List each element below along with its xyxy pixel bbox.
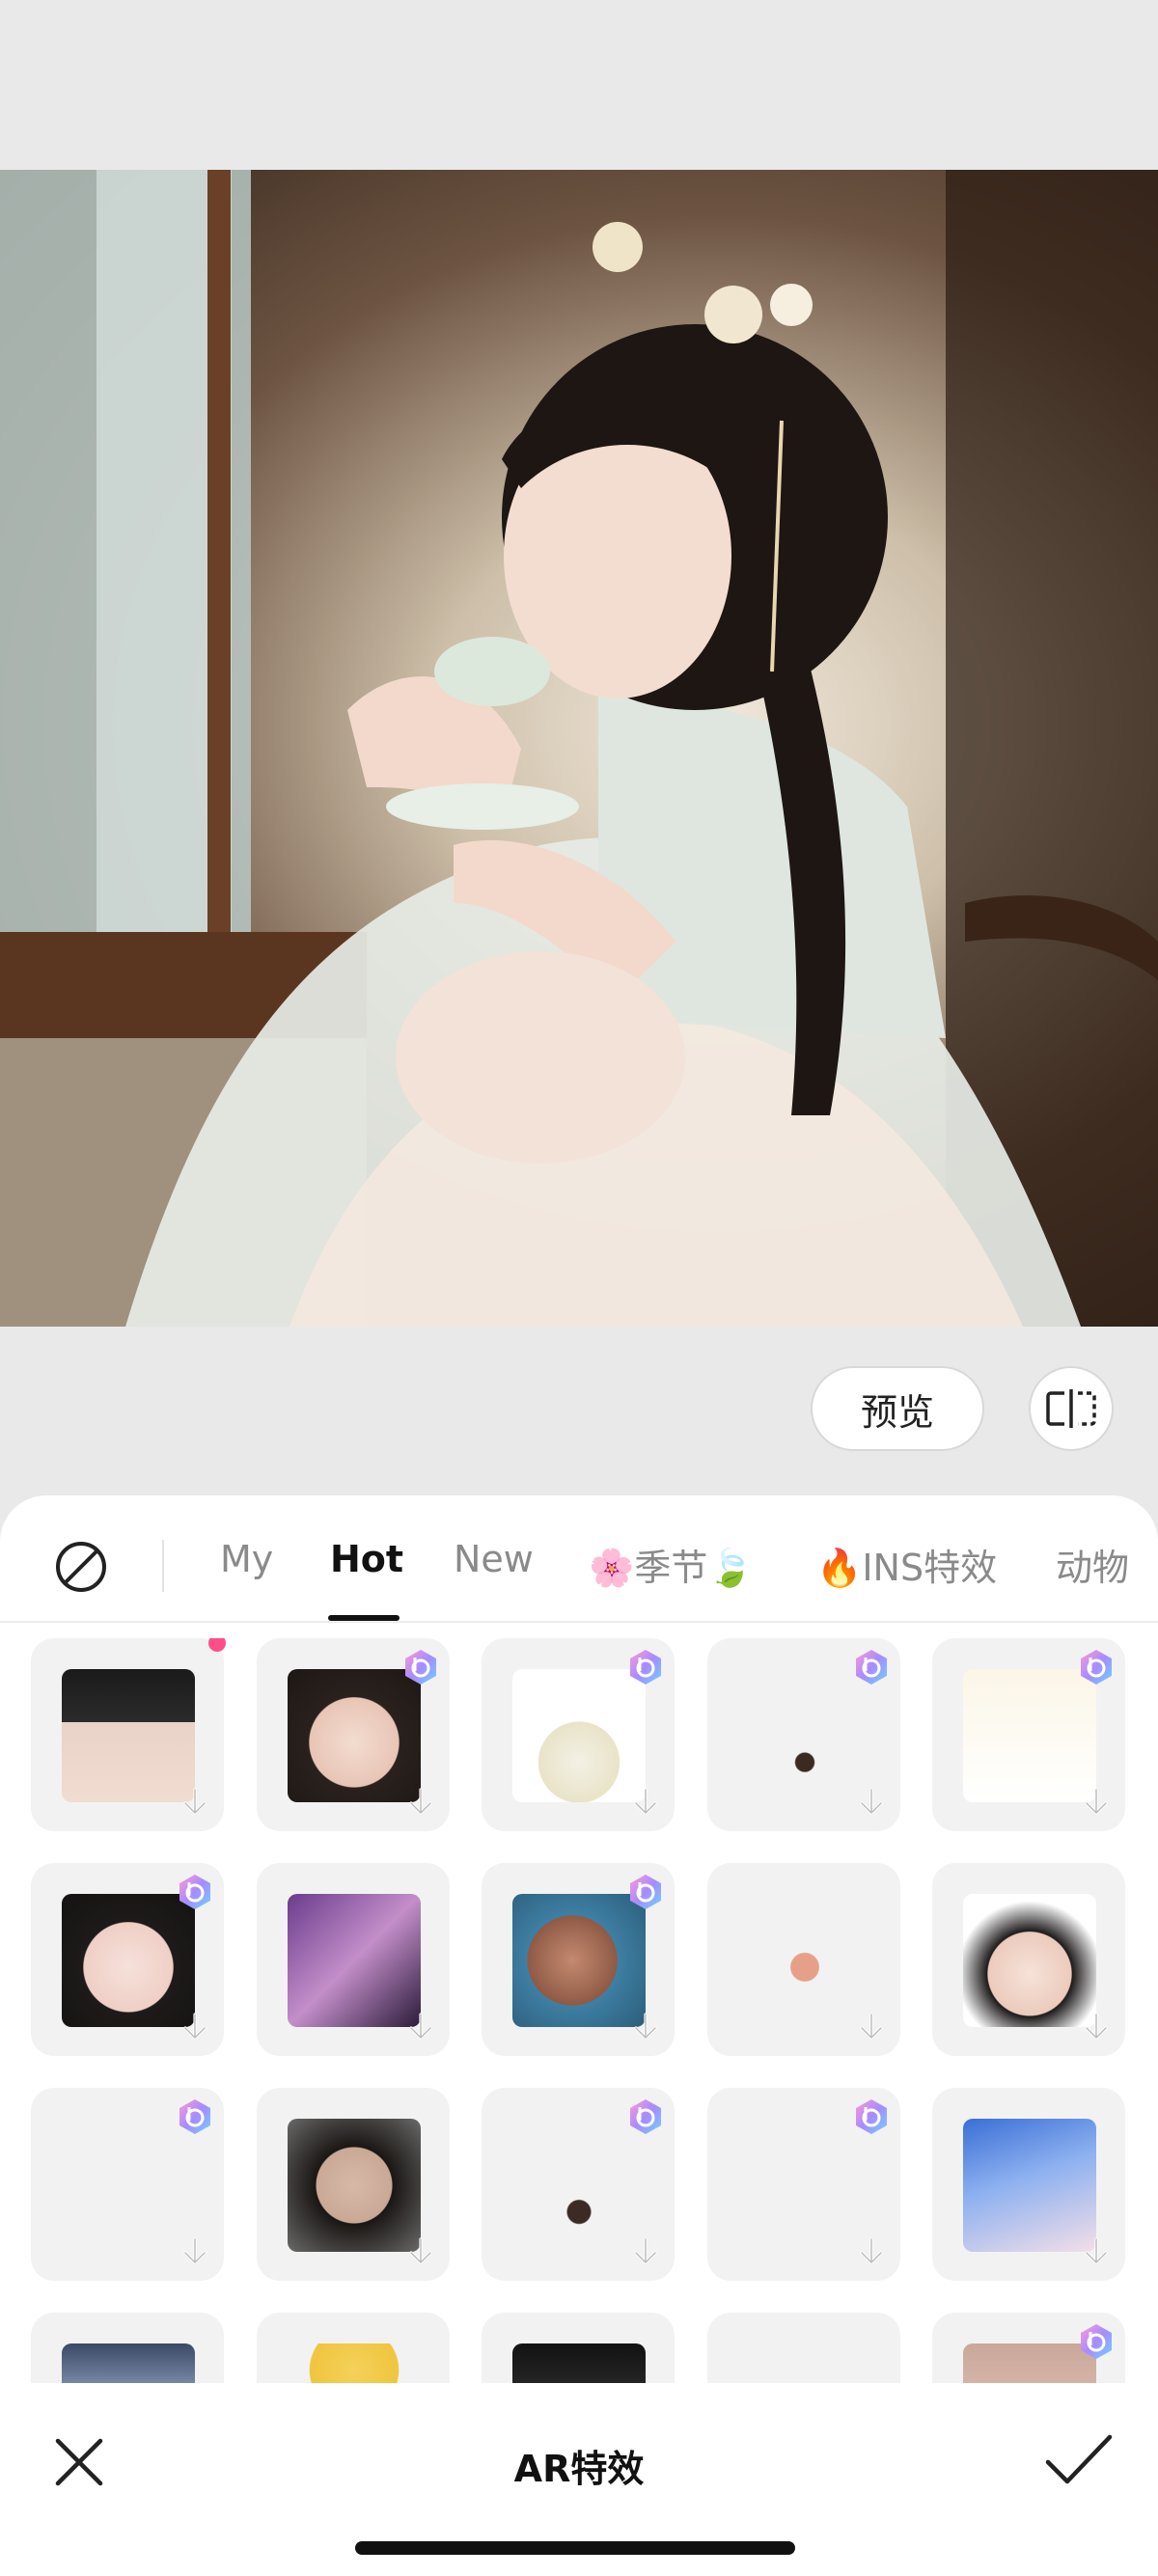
effect-card-blush-makeup[interactable] bbox=[31, 1863, 224, 2056]
no-effect-icon[interactable] bbox=[50, 1536, 112, 1598]
effect-thumbnail bbox=[62, 2119, 195, 2252]
split-compare-icon bbox=[1046, 1389, 1096, 1428]
download-icon bbox=[183, 1788, 207, 1815]
page-title: AR特效 bbox=[513, 2448, 645, 2490]
effect-thumbnail bbox=[288, 1669, 421, 1802]
tab-new[interactable]: New bbox=[454, 1538, 534, 1580]
premium-badge-icon bbox=[1081, 2324, 1112, 2359]
active-tab-indicator bbox=[328, 1615, 400, 1621]
download-icon bbox=[860, 2013, 883, 2040]
preview-button[interactable]: 预览 bbox=[811, 1366, 984, 1451]
download-icon bbox=[634, 2013, 657, 2040]
effect-thumbnail bbox=[512, 2119, 646, 2252]
home-indicator bbox=[355, 2541, 795, 2555]
effect-thumbnail bbox=[738, 2119, 871, 2252]
download-icon bbox=[1085, 2237, 1108, 2264]
effect-thumbnail bbox=[963, 2119, 1096, 2252]
premium-badge-icon bbox=[856, 2099, 887, 2134]
download-icon bbox=[409, 2013, 432, 2040]
effect-thumbnail bbox=[288, 2119, 421, 2252]
tab-hot[interactable]: Hot bbox=[330, 1538, 403, 1580]
tab-my[interactable]: My bbox=[220, 1538, 273, 1580]
download-icon bbox=[634, 1788, 657, 1815]
effect-thumbnail bbox=[963, 1894, 1096, 2027]
effect-thumbnail bbox=[738, 1894, 871, 2027]
premium-badge-icon bbox=[630, 1875, 661, 1909]
download-icon bbox=[634, 2237, 657, 2264]
effect-thumbnail bbox=[512, 1894, 646, 2027]
effect-card-portrait-2[interactable] bbox=[932, 2313, 1125, 2383]
effect-card-cat-line-art[interactable] bbox=[707, 2313, 900, 2383]
effect-card-blue-ribbon-bows[interactable] bbox=[31, 2088, 224, 2281]
effect-card-headphones-sunglasses[interactable] bbox=[257, 2088, 450, 2281]
effect-card-puppy-ears-nose[interactable] bbox=[482, 2088, 675, 2281]
effect-card-yellow-hat[interactable] bbox=[257, 2313, 450, 2383]
download-icon bbox=[860, 2237, 883, 2264]
download-icon bbox=[1085, 1788, 1108, 1815]
effect-card-dark-portrait[interactable] bbox=[482, 2313, 675, 2383]
effect-card-pink-cap-face-mask[interactable] bbox=[482, 1638, 675, 1831]
premium-badge-icon bbox=[405, 1650, 436, 1685]
effect-card-lily-flower[interactable] bbox=[482, 1863, 675, 2056]
download-icon bbox=[409, 1788, 432, 1815]
download-icon bbox=[183, 2013, 207, 2040]
tab-animals[interactable]: 动物 bbox=[1056, 1538, 1129, 1591]
effect-card-dog-ears[interactable] bbox=[707, 1638, 900, 1831]
download-icon bbox=[860, 1788, 883, 1815]
effect-card-bubble-photo[interactable] bbox=[932, 2088, 1125, 2281]
tab-season[interactable]: 🌸季节🍃 bbox=[589, 1538, 754, 1591]
effect-thumbnail bbox=[738, 2343, 871, 2383]
photo-illustration bbox=[0, 170, 1158, 1327]
effect-thumbnail bbox=[512, 1669, 646, 1802]
premium-badge-icon bbox=[630, 2099, 661, 2134]
effect-card-bunny-ears-girl[interactable] bbox=[932, 1863, 1125, 2056]
effect-grid bbox=[0, 1638, 1158, 2383]
effect-card-pink-bows[interactable] bbox=[707, 2088, 900, 2281]
effect-thumbnail bbox=[512, 2343, 646, 2383]
effect-thumbnail bbox=[288, 1894, 421, 2027]
tab-ins-effects[interactable]: 🔥INS特效 bbox=[816, 1538, 997, 1591]
download-icon bbox=[183, 2237, 207, 2264]
photo-canvas[interactable] bbox=[0, 170, 1158, 1327]
effect-card-white-glasses[interactable] bbox=[31, 1638, 226, 1831]
new-indicator-dot bbox=[208, 1638, 226, 1652]
premium-badge-icon bbox=[179, 1875, 210, 1909]
checkmark-icon[interactable] bbox=[1042, 2429, 1116, 2491]
effect-card-groucho-glasses[interactable] bbox=[707, 1863, 900, 2056]
effects-panel: My Hot New 🌸季节🍃 🔥INS特效 动物 bbox=[0, 1495, 1158, 2383]
effect-thumbnail bbox=[62, 2343, 195, 2383]
download-icon bbox=[1085, 2013, 1108, 2040]
bottom-toolbar: AR特效 bbox=[0, 2383, 1158, 2576]
premium-badge-icon bbox=[179, 2099, 210, 2134]
tab-divider bbox=[162, 1540, 164, 1592]
compare-controls: 预览 bbox=[0, 1327, 1158, 1495]
status-area bbox=[0, 0, 1158, 170]
premium-badge-icon bbox=[856, 1650, 887, 1685]
effect-card-cat-ears-whiskers[interactable] bbox=[932, 1638, 1125, 1831]
effect-card-portrait-1[interactable] bbox=[31, 2313, 224, 2383]
effect-card-makeup-face[interactable] bbox=[257, 1638, 450, 1831]
split-compare-button[interactable] bbox=[1029, 1366, 1114, 1451]
premium-badge-icon bbox=[1081, 1650, 1112, 1685]
effect-thumbnail bbox=[738, 1669, 871, 1802]
premium-badge-icon bbox=[630, 1650, 661, 1685]
effect-thumbnail bbox=[288, 2343, 421, 2383]
effect-thumbnail bbox=[62, 1669, 195, 1802]
effect-thumbnail bbox=[62, 1894, 195, 2027]
download-icon bbox=[409, 2237, 432, 2264]
effect-card-purple-portrait[interactable] bbox=[257, 1863, 450, 2056]
effect-thumbnail bbox=[963, 1669, 1096, 1802]
category-tabs: My Hot New 🌸季节🍃 🔥INS特效 动物 bbox=[0, 1495, 1158, 1623]
